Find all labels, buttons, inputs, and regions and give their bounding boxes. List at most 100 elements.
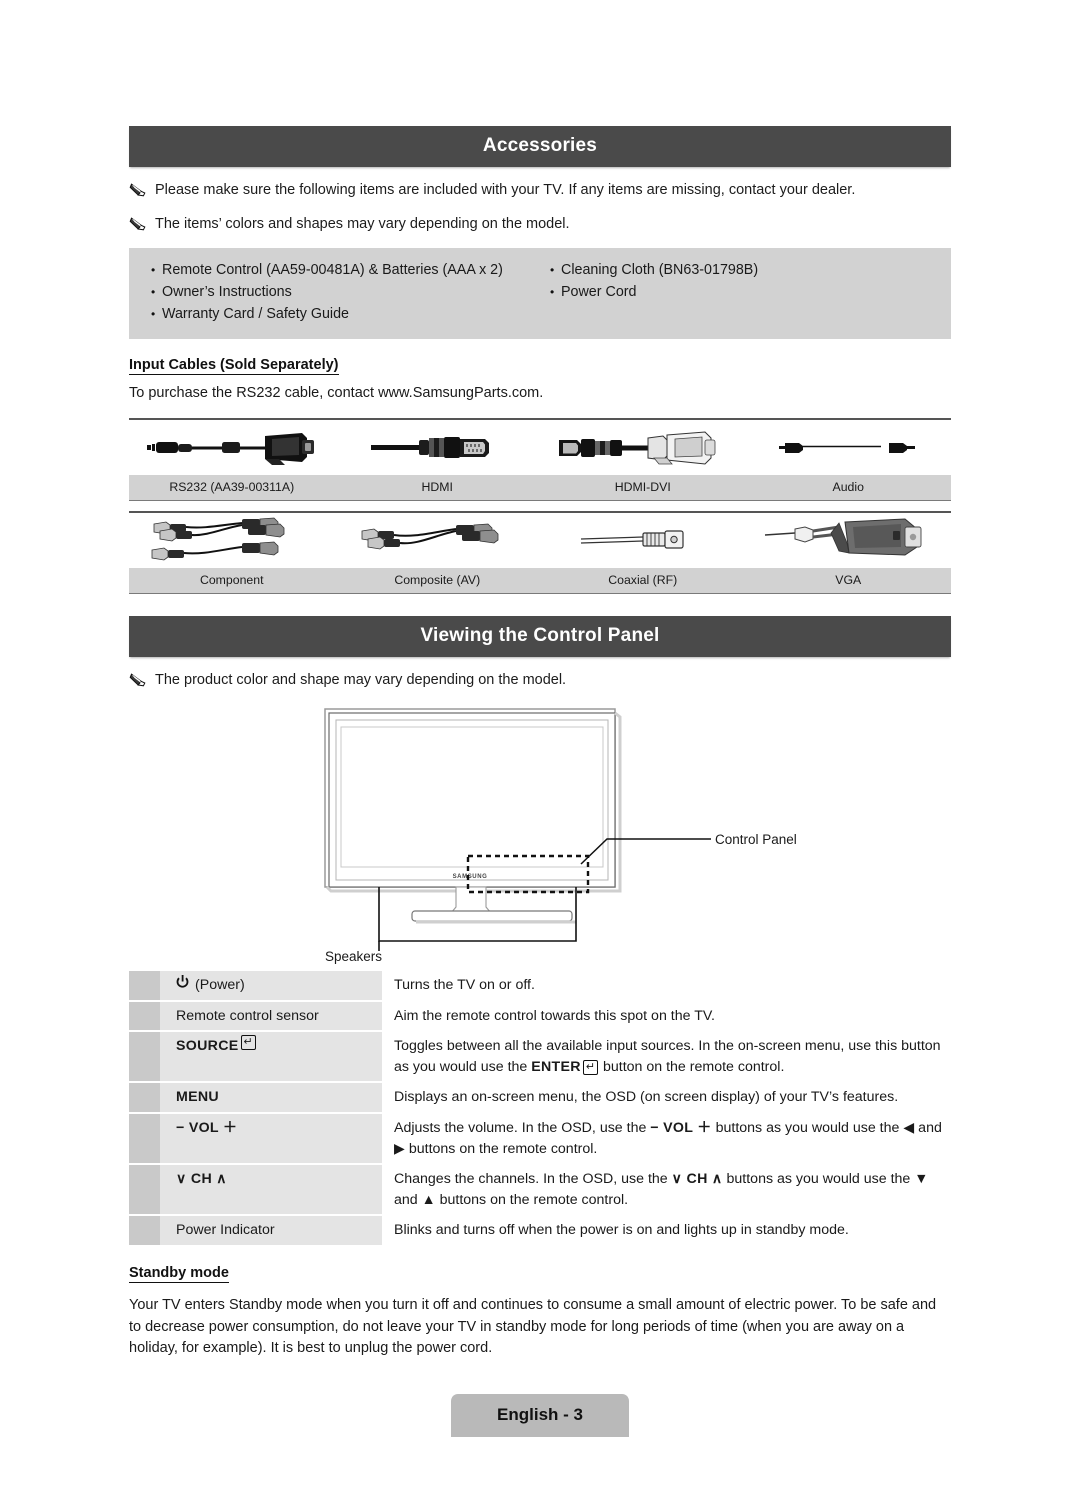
table-row: (Power) Turns the TV on or off. [129,970,951,1000]
row-description: Blinks and turns off when the power is o… [394,1222,849,1239]
page-footer: English - 3 [0,1394,1080,1437]
cable-label: HDMI [421,480,453,495]
accessories-section-header: Accessories [129,126,951,167]
pencil-note-icon [129,182,149,198]
cable-image-row-1 [129,420,951,475]
standby-mode-heading: Standby mode [129,1264,229,1283]
control-panel-callout-label: Control Panel [715,831,797,847]
rs232-cable-icon [129,420,335,475]
control-panel-section-header: Viewing the Control Panel [129,616,951,658]
row-swatch [129,1032,160,1082]
row-swatch [129,1113,160,1164]
row-key: ∨ CH ∧ [160,1165,382,1215]
accessory-item: Cleaning Cloth (BN63-01798B) [550,259,951,281]
control-panel-function-table: (Power) Turns the TV on or off. Remote c… [129,970,951,1245]
row-key: MENU [160,1083,382,1112]
row-key: SOURCE ↵ [160,1032,382,1082]
row-description: Adjusts the volume. In the OSD, use the … [382,1114,951,1163]
enter-key-icon: ↵ [240,1035,256,1051]
accessory-item: Warranty Card / Safety Guide [151,303,540,325]
cable-image-row-2 [129,513,951,568]
hdmi-cable-icon [335,420,541,475]
row-key-label: (Power) [195,976,245,993]
row-key-label: Remote control sensor [176,1007,319,1024]
cable-label: HDMI-DVI [614,480,671,495]
control-panel-note: The product color and shape may vary dep… [129,670,951,691]
cable-label: Composite (AV) [394,573,481,588]
table-rule [129,593,951,595]
row-key-label: ∨ CH ∧ [176,1171,227,1188]
cable-label-row-2: Component Composite (AV) Coaxial (RF) VG… [129,568,951,594]
tv-diagram: SAMSUNG Control Panel Speakers [129,701,951,964]
row-swatch [129,1083,160,1112]
row-desc-part: Changes the channels. In the OSD, use th… [394,1171,672,1188]
audio-cable-icon [746,420,952,475]
row-swatch [129,1165,160,1215]
table-row: Power Indicator Blinks and turns off whe… [129,1216,951,1245]
row-desc-part: button on the remote control. [599,1058,785,1075]
accessories-note-1: Please make sure the following items are… [129,180,951,201]
accessories-column-right: Cleaning Cloth (BN63-01798B) Power Cord [540,259,951,325]
standby-mode-text: Your TV enters Standby mode when you tur… [129,1296,937,1357]
pencil-note-icon [129,216,149,232]
row-key: Remote control sensor [160,1001,382,1031]
pencil-note-icon [129,672,149,688]
accessories-note-2-text: The items’ colors and shapes may vary de… [155,215,570,232]
accessory-item: Remote Control (AA59-00481A) & Batteries… [151,259,540,281]
input-cables-heading-wrap: Input Cables (Sold Separately) [129,339,951,375]
cable-label-row-1: RS232 (AA39-00311A) HDMI HDMI-DVI Audio [129,475,951,501]
cable-label: Component [199,573,264,588]
accessory-label: Power Cord [561,284,637,301]
row-key-label: MENU [176,1089,219,1106]
row-description: Changes the channels. In the OSD, use th… [382,1165,951,1214]
cable-table: RS232 (AA39-00311A) HDMI HDMI-DVI Audio [129,418,951,595]
row-swatch [129,970,160,1000]
row-description: Displays an on-screen menu, the OSD (on … [394,1089,899,1106]
accessories-note-2: The items’ colors and shapes may vary de… [129,214,951,235]
table-row: SOURCE ↵ Toggles between all the availab… [129,1032,951,1082]
row-description: Aim the remote control towards this spot… [394,1007,715,1024]
row-key: (Power) [160,970,382,1000]
accessories-note-1-text: Please make sure the following items are… [155,182,856,198]
enter-key-icon: ↵ [582,1059,599,1075]
accessory-label: Remote Control (AA59-00481A) & Batteries… [162,262,503,279]
accessory-label: Warranty Card / Safety Guide [162,306,349,323]
row-swatch [129,1216,160,1245]
enter-label: ENTER [531,1058,581,1075]
row-description: Toggles between all the available input … [382,1032,951,1081]
standby-heading-wrap: Standby mode [129,1247,951,1283]
row-key-label: − VOL ＋ [176,1119,238,1136]
input-cables-note: To purchase the RS232 cable, contact www… [129,384,544,401]
bullet-icon [151,264,162,276]
accessories-column-left: Remote Control (AA59-00481A) & Batteries… [129,259,540,325]
manual-page: Accessories Please make sure the followi… [0,0,1080,1494]
tv-brand-label: SAMSUNG [453,874,488,880]
accessories-section: Accessories Please make sure the followi… [129,126,951,1360]
bullet-icon [151,286,162,298]
row-key: Power Indicator [160,1216,382,1245]
coaxial-cable-icon [540,513,746,568]
speakers-callout-label: Speakers [325,948,383,964]
accessory-item: Power Cord [550,281,951,303]
accessory-item: Owner’s Instructions [151,281,540,303]
composite-cable-icon [335,513,541,568]
table-row: MENU Displays an on-screen menu, the OSD… [129,1083,951,1112]
row-key-label: SOURCE [176,1038,239,1055]
accessories-list-box: Remote Control (AA59-00481A) & Batteries… [129,248,951,339]
component-cable-icon [129,513,335,568]
table-spacer [129,501,951,511]
accessory-label: Owner’s Instructions [162,284,292,301]
table-row: − VOL ＋ Adjusts the volume. In the OSD, … [129,1113,951,1164]
table-row: ∨ CH ∧ Changes the channels. In the OSD,… [129,1165,951,1215]
row-key-label: Power Indicator [176,1222,275,1239]
vol-label: − VOL ＋ [650,1119,712,1136]
hdmi-dvi-cable-icon [540,420,746,475]
bullet-icon [151,308,162,320]
row-key: − VOL ＋ [160,1113,382,1164]
cable-label: Audio [832,480,864,495]
row-description: Turns the TV on or off. [394,976,535,993]
row-desc-part: Adjusts the volume. In the OSD, use the [394,1119,651,1136]
bullet-icon [550,264,561,276]
accessory-label: Cleaning Cloth (BN63-01798B) [561,262,759,279]
cable-label: RS232 (AA39-00311A) [169,480,295,495]
